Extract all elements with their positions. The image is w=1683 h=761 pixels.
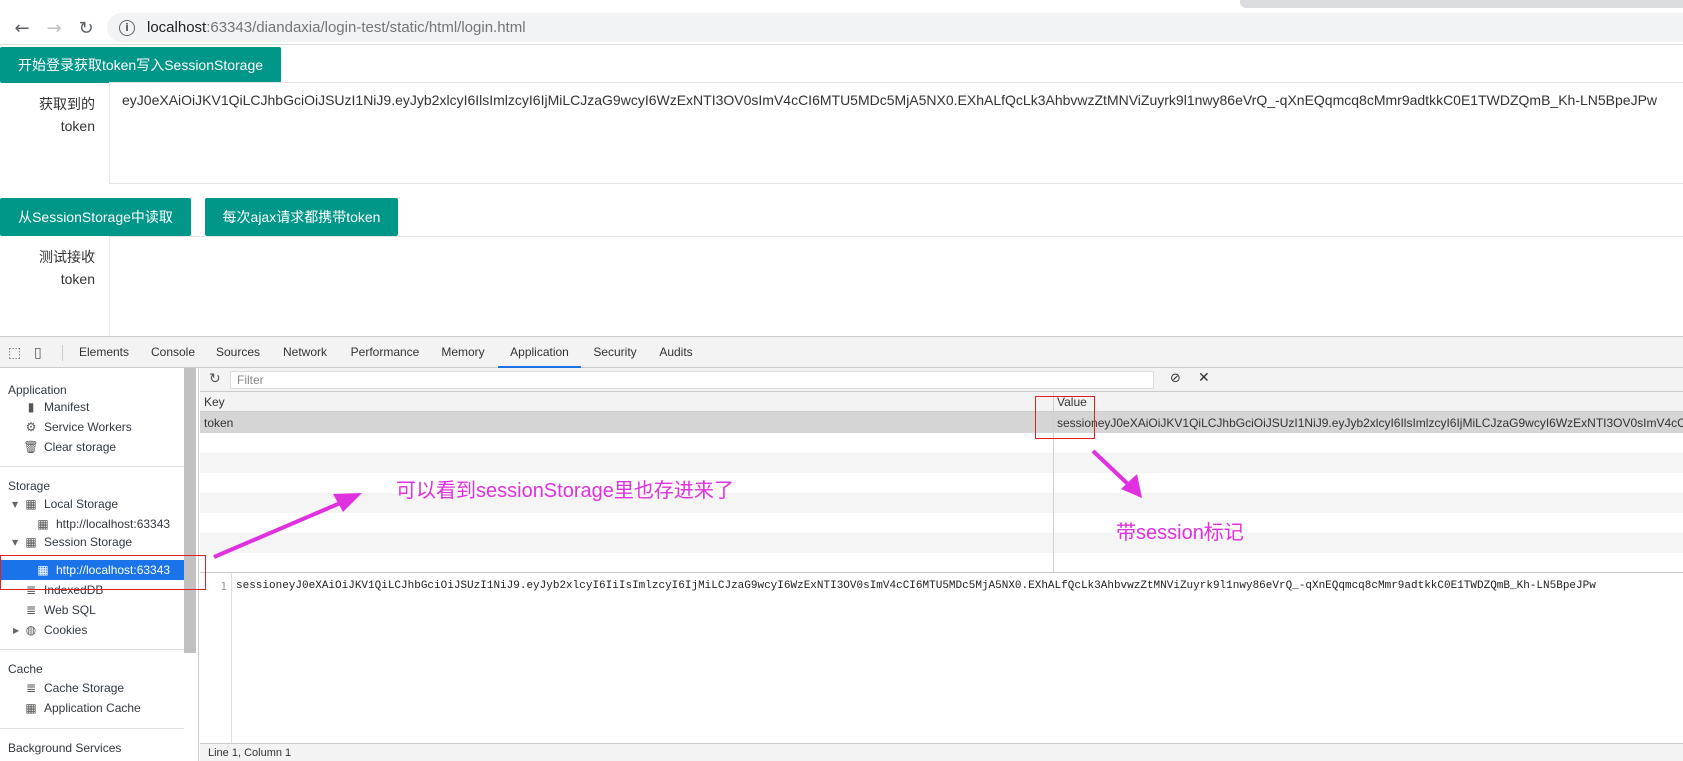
arrow-shaft xyxy=(1091,449,1132,488)
arrow-to-session-storage xyxy=(213,493,362,559)
arrow-head xyxy=(1121,474,1142,498)
arrow-to-session-mark xyxy=(1091,449,1142,498)
session-mark-note: 带session标记 xyxy=(1116,522,1244,544)
screenshot-root: ← → ↻ i localhost:63343/diandaxia/login-… xyxy=(0,0,1683,761)
annotation-arrows xyxy=(213,449,1142,559)
storage-note: 可以看到sessionStorage里也存进来了 xyxy=(396,480,734,502)
arrow-shaft xyxy=(213,499,346,559)
